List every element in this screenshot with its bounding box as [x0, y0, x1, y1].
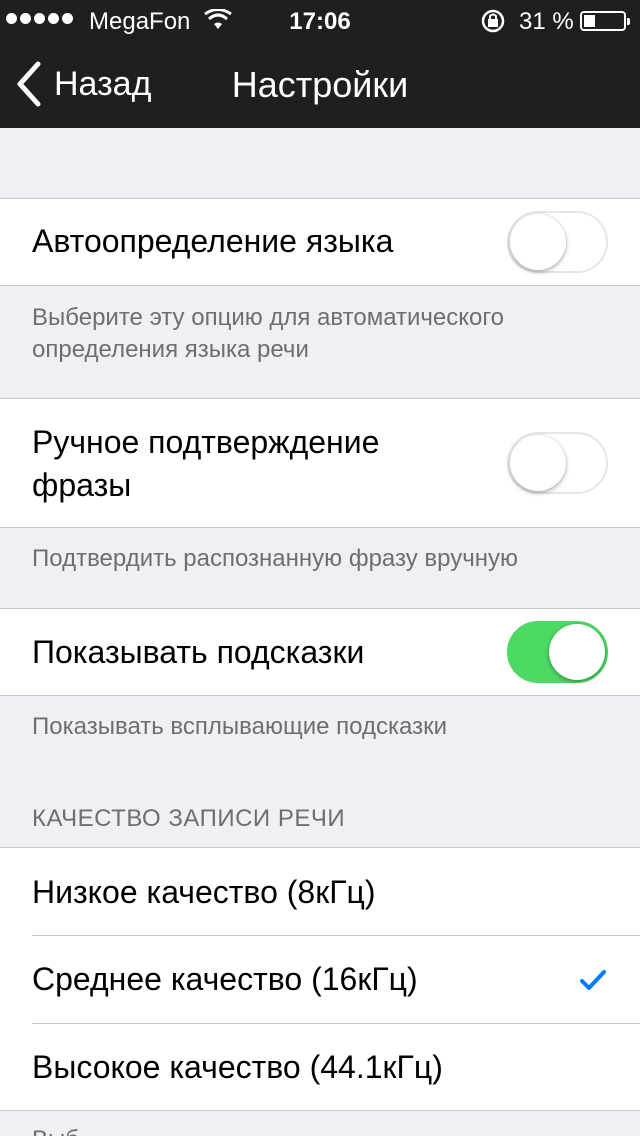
- setting-footer: Выберите эту опцию для автоматического о…: [32, 304, 504, 363]
- manual-confirm-toggle[interactable]: [507, 432, 608, 494]
- setting-manual-confirm: Ручное подтверждение фразы: [0, 398, 640, 528]
- toggle-knob: [549, 624, 605, 680]
- quality-option-medium[interactable]: Среднее качество (16кГц): [0, 936, 640, 1024]
- quality-option-low[interactable]: Низкое качество (8кГц): [0, 848, 640, 936]
- navigation-header: MegaFon 17:06 31 % Назад Настройки: [0, 0, 640, 128]
- rotation-lock-icon: [481, 9, 505, 33]
- auto-language-toggle[interactable]: [507, 211, 608, 273]
- setting-footer: Подтвердить распознанную фразу вручную: [32, 545, 518, 572]
- setting-auto-language: Автоопределение языка: [0, 198, 640, 286]
- section-header: КАЧЕСТВО ЗАПИСИ РЕЧИ: [32, 805, 346, 832]
- toggle-knob: [510, 214, 566, 270]
- setting-show-hints: Показывать подсказки: [0, 608, 640, 696]
- setting-label: Автоопределение языка: [32, 223, 394, 259]
- show-hints-toggle[interactable]: [507, 621, 608, 683]
- quality-footer: Выб...: [32, 1124, 612, 1136]
- battery-percent: 31 %: [519, 8, 574, 35]
- battery-icon: [580, 11, 630, 31]
- setting-label: Показывать подсказки: [32, 634, 365, 670]
- status-bar: MegaFon 17:06 31 %: [0, 0, 640, 40]
- toggle-knob: [510, 435, 566, 491]
- setting-label: Ручное подтверждение: [32, 424, 380, 460]
- quality-options-group: Низкое качество (8кГц) Среднее качество …: [0, 847, 640, 1111]
- setting-footer: Показывать всплывающие подсказки: [32, 713, 447, 740]
- quality-option-high[interactable]: Высокое качество (44.1кГц): [0, 1024, 640, 1112]
- checkmark-icon: [580, 970, 606, 990]
- option-label: Низкое качество (8кГц): [32, 874, 376, 910]
- page-title: Настройки: [231, 64, 409, 105]
- option-label: Среднее качество (16кГц): [32, 961, 418, 997]
- option-label: Высокое качество (44.1кГц): [32, 1049, 443, 1085]
- setting-label: фразы: [32, 467, 132, 503]
